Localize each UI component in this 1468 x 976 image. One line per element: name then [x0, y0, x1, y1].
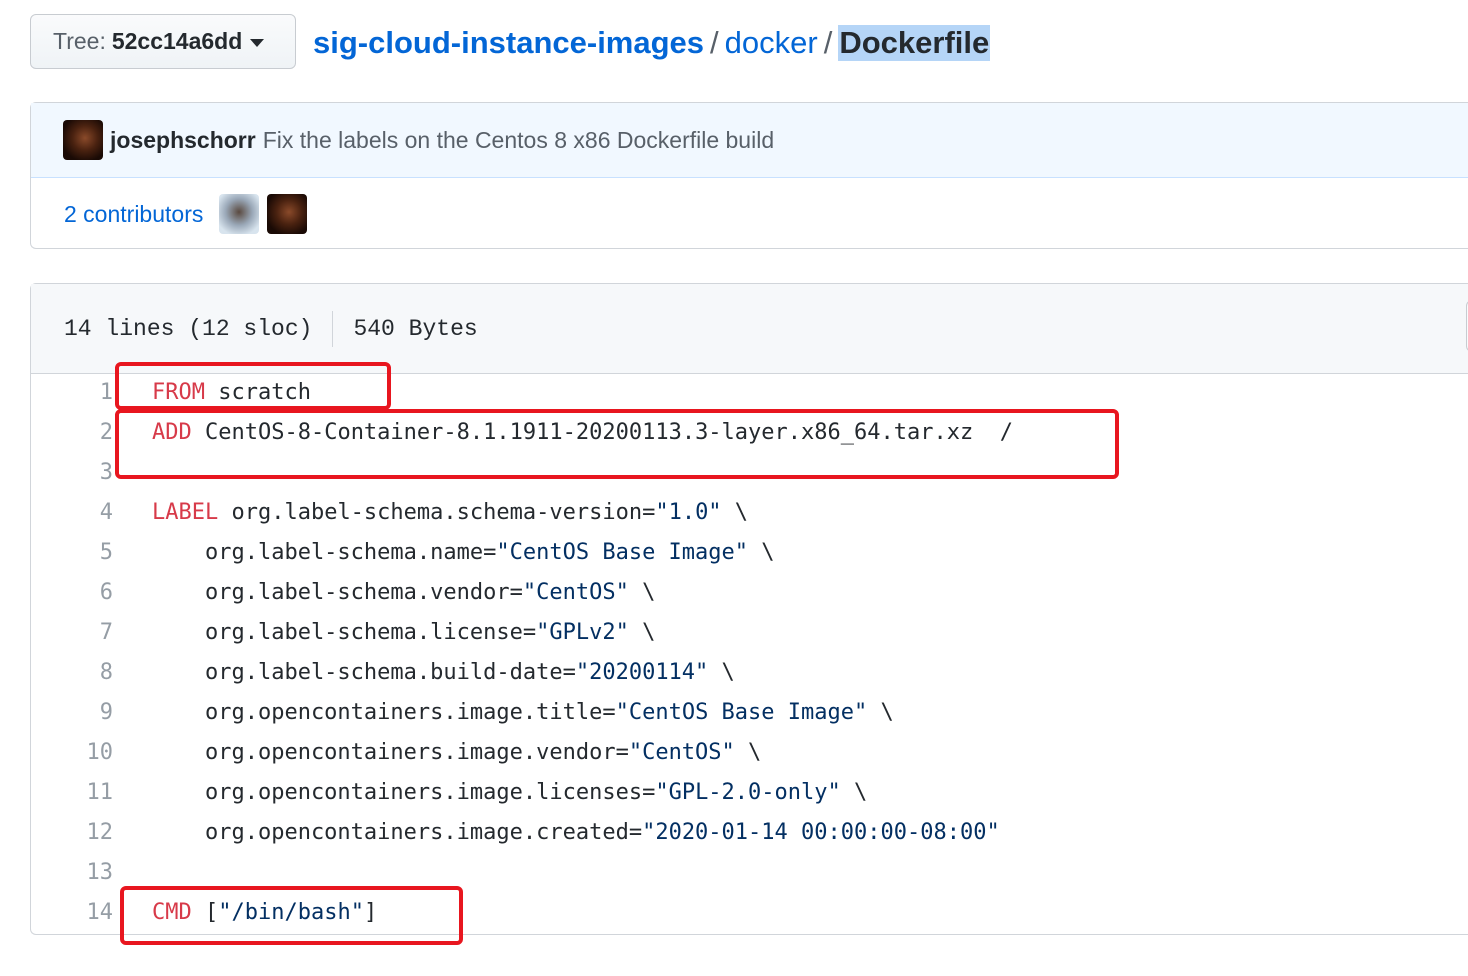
code-text: ADD CentOS-8-Container-8.1.1911-20200113… [152, 420, 1013, 445]
breadcrumb-dir-link[interactable]: docker [725, 25, 818, 61]
code-text: org.opencontainers.image.vendor="CentOS"… [152, 740, 762, 765]
code-string: "GPLv2" [536, 620, 629, 645]
code-line: 2 ADD CentOS-8-Container-8.1.1911-2020011… [31, 413, 1468, 453]
code-text: org.label-schema.license="GPLv2" \ [152, 620, 656, 645]
code-text: org.label-schema.build-date="20200114" \ [152, 660, 735, 685]
code-line: 6 org.label-schema.vendor="CentOS" \ [31, 573, 1468, 613]
code-line: 1 FROM scratch [31, 373, 1468, 413]
code-keyword: CMD [152, 900, 192, 925]
code-line: 4 LABEL org.label-schema.schema-version="… [31, 493, 1468, 533]
breadcrumb-file-name: Dockerfile [838, 25, 991, 61]
breadcrumb-separator: / [710, 25, 719, 60]
code-text: LABEL org.label-schema.schema-version="1… [152, 500, 749, 525]
line-number[interactable]: 14 [53, 893, 114, 933]
code-text: org.opencontainers.image.licenses="GPL-2… [152, 780, 868, 805]
file-size: 540 Bytes [353, 315, 478, 342]
line-number[interactable]: 4 [53, 493, 113, 533]
tree-label: Tree: [53, 28, 106, 54]
code-line: 10 org.opencontainers.image.vendor="Cent… [31, 733, 1468, 773]
tree-commit-value: 52cc14a6dd [111, 28, 243, 54]
line-number[interactable]: 7 [53, 613, 113, 653]
code-keyword: ADD [152, 420, 192, 445]
line-number[interactable]: 10 [53, 733, 114, 773]
code-text: org.label-schema.vendor="CentOS" \ [152, 580, 656, 605]
code-text: org.label-schema.name="CentOS Base Image… [152, 540, 775, 565]
line-number[interactable]: 13 [53, 853, 114, 893]
code-line: 12 org.opencontainers.image.created="202… [31, 813, 1468, 853]
code-string: "20200114" [575, 660, 709, 685]
code-line: 11 org.opencontainers.image.licenses="GP… [31, 773, 1468, 813]
breadcrumb-separator: / [823, 25, 833, 60]
code-line: 9 org.opencontainers.image.title="CentOS… [31, 693, 1468, 733]
line-number[interactable]: 3 [53, 453, 113, 493]
line-number[interactable]: 8 [53, 653, 113, 693]
breadcrumb: sig-cloud-instance-images / docker / Doc… [313, 20, 991, 66]
line-number[interactable]: 2 [53, 413, 113, 453]
commit-info-box: josephschorr Fix the labels on the Cento… [30, 102, 1468, 249]
code-line: 14 CMD ["/bin/bash"] [31, 893, 1468, 933]
code-string: "2020-01-14 00:00:00-08:00" [642, 820, 1000, 845]
line-number[interactable]: 11 [53, 773, 114, 813]
code-string: "GPL-2.0-only" [655, 780, 841, 805]
line-number[interactable]: 6 [53, 573, 113, 613]
contributor-avatar[interactable] [267, 194, 308, 234]
code-string: "CentOS Base Image" [496, 540, 749, 565]
code-string: "1.0" [655, 500, 722, 525]
latest-commit-row: josephschorr Fix the labels on the Cento… [31, 103, 1468, 178]
line-number[interactable]: 9 [53, 693, 113, 733]
code-string: "CentOS Base Image" [615, 700, 868, 725]
line-number[interactable]: 12 [53, 813, 114, 853]
code-line: 8 org.label-schema.build-date="20200114"… [31, 653, 1468, 693]
code-text: CMD ["/bin/bash"] [152, 900, 378, 925]
file-header: 14 lines (12 sloc) 540 Bytes R [31, 284, 1468, 374]
header-divider [332, 310, 334, 347]
code-keyword: LABEL [152, 500, 219, 525]
code-line: 13 [31, 853, 1468, 893]
code-string: "CentOS" [628, 740, 735, 765]
code-line: 3 [31, 453, 1468, 493]
commit-message-link[interactable]: Fix the labels on the Centos 8 x86 Docke… [263, 127, 774, 154]
code-line: 5 org.label-schema.name="CentOS Base Ima… [31, 533, 1468, 573]
branch-selector-button[interactable]: Tree: 52cc14a6dd [30, 14, 296, 69]
code-keyword: FROM [152, 380, 205, 405]
code-string: "CentOS" [522, 580, 629, 605]
code-string: "/bin/bash" [218, 900, 364, 925]
code-text: FROM scratch [152, 380, 311, 405]
caret-down-icon [250, 39, 265, 47]
file-line-count: 14 lines (12 sloc) [64, 315, 313, 342]
line-number[interactable]: 5 [53, 533, 113, 573]
file-viewer: 14 lines (12 sloc) 540 Bytes R 1 FROM scr… [30, 283, 1468, 935]
breadcrumb-repo-link[interactable]: sig-cloud-instance-images [313, 25, 704, 61]
code-text: org.opencontainers.image.title="CentOS B… [152, 700, 894, 725]
contributor-avatar[interactable] [219, 194, 260, 234]
author-avatar[interactable] [63, 120, 103, 160]
contributors-link[interactable]: 2 contributors [64, 201, 203, 228]
code-text: org.opencontainers.image.created="2020-0… [152, 820, 1000, 845]
code-line: 7 org.label-schema.license="GPLv2" \ [31, 613, 1468, 653]
commit-author-link[interactable]: josephschorr [110, 127, 256, 154]
line-number[interactable]: 1 [53, 373, 113, 413]
contributors-row: 2 contributors [31, 178, 1468, 250]
